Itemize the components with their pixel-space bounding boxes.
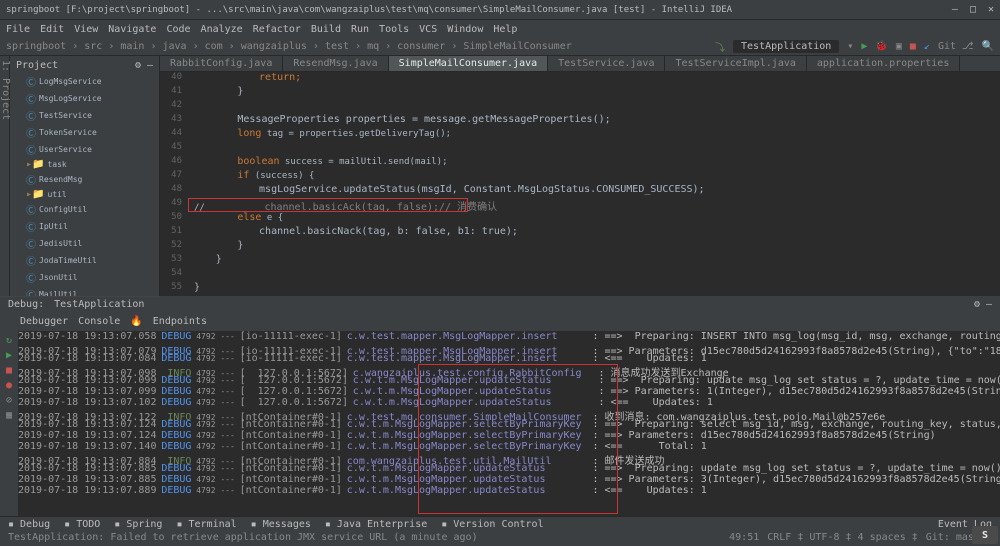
editor-tab[interactable]: TestService.java: [548, 56, 665, 71]
menu-build[interactable]: Build: [311, 24, 341, 35]
window-title: springboot [F:\project\springboot] - ...…: [6, 5, 952, 15]
maximize-icon[interactable]: □: [970, 4, 976, 15]
tree-item[interactable]: ⒸUserService: [12, 141, 157, 158]
tree-item[interactable]: ⒸJedisUtil: [12, 235, 157, 252]
debugger-tab[interactable]: Debugger: [20, 316, 68, 330]
tool-java-enterprise[interactable]: ▪ Java Enterprise: [325, 519, 427, 530]
layout-icon[interactable]: ▦: [6, 410, 12, 421]
tool-todo[interactable]: ▪ TODO: [64, 519, 100, 530]
menu-edit[interactable]: Edit: [40, 24, 64, 35]
tree-item[interactable]: ⒸMailUtil: [12, 286, 157, 296]
editor-tab-bar: RabbitConfig.javaResendMsg.javaSimpleMai…: [160, 56, 1000, 72]
rerun-icon[interactable]: ↻: [6, 335, 12, 346]
code-editor[interactable]: 40414243444546474849505152535455 return;…: [160, 72, 1000, 296]
debug-settings-icon[interactable]: ⚙ —: [974, 299, 992, 313]
menu-code[interactable]: Code: [166, 24, 190, 35]
encoding-info[interactable]: CRLF ‡ UTF-8 ‡ 4 spaces ‡: [767, 532, 918, 544]
tree-item[interactable]: ⒸMsgLogService: [12, 90, 157, 107]
git-pull-icon[interactable]: ↙: [924, 41, 930, 52]
tree-item[interactable]: ⒸJsonUtil: [12, 269, 157, 286]
tool-terminal[interactable]: ▪ Terminal: [176, 519, 236, 530]
tool-version-control[interactable]: ▪ Version Control: [441, 519, 543, 530]
build-icon[interactable]: ⤵: [715, 39, 725, 54]
run-icon[interactable]: ▶: [861, 41, 867, 52]
tree-item[interactable]: ⒸResendMsg: [12, 171, 157, 188]
menu-vcs[interactable]: VCS: [419, 24, 437, 35]
project-pane: Project⚙ — ⒸLogMsgServiceⒸMsgLogServiceⒸ…: [10, 56, 160, 296]
menu-file[interactable]: File: [6, 24, 30, 35]
tree-item[interactable]: ▸📁task: [12, 158, 157, 171]
close-icon[interactable]: ✕: [988, 4, 994, 15]
menu-refactor[interactable]: Refactor: [253, 24, 301, 35]
stop-icon[interactable]: ■: [910, 41, 916, 52]
editor-tab[interactable]: ResendMsg.java: [283, 56, 388, 71]
mute-bp-icon[interactable]: ⊘: [6, 395, 12, 406]
watermark-logo: S: [972, 526, 998, 544]
debug-icon[interactable]: 🐞: [875, 41, 887, 52]
tree-item[interactable]: ⒸTestService: [12, 107, 157, 124]
tree-item[interactable]: ⒸConfigUtil: [12, 201, 157, 218]
editor-tab[interactable]: TestServiceImpl.java: [665, 56, 806, 71]
caret-position[interactable]: 49:51: [729, 532, 759, 544]
titlebar: springboot [F:\project\springboot] - ...…: [0, 0, 1000, 20]
stop-icon[interactable]: ■: [6, 365, 12, 376]
project-pane-title: Project: [16, 60, 58, 71]
search-icon[interactable]: 🔍: [982, 41, 994, 52]
tool-spring[interactable]: ▪ Spring: [114, 519, 162, 530]
tree-item[interactable]: ⒸLogMsgService: [12, 73, 157, 90]
run-config-select[interactable]: TestApplication: [733, 40, 839, 53]
git-icon[interactable]: Git ⎇: [938, 41, 974, 52]
endpoints-tab[interactable]: Endpoints: [153, 316, 207, 330]
tool-messages[interactable]: ▪ Messages: [251, 519, 311, 530]
tool-debug[interactable]: ▪ Debug: [8, 519, 50, 530]
status-message: TestApplication: Failed to retrieve appl…: [8, 532, 478, 544]
console-tab[interactable]: Console: [78, 316, 120, 330]
debug-config-name: TestApplication: [54, 299, 144, 313]
editor-tab[interactable]: SimpleMailConsumer.java: [389, 56, 548, 71]
menu-tools[interactable]: Tools: [379, 24, 409, 35]
menu-navigate[interactable]: Navigate: [108, 24, 156, 35]
menu-analyze[interactable]: Analyze: [201, 24, 243, 35]
menubar: File Edit View Navigate Code Analyze Refactor B…: [0, 20, 1000, 38]
console-output[interactable]: 2019-07-18 19:13:07.058 DEBUG 4792 --- […: [18, 331, 1000, 516]
menu-run[interactable]: Run: [351, 24, 369, 35]
menu-window[interactable]: Window: [447, 24, 483, 35]
resume-icon[interactable]: ▶: [6, 350, 12, 361]
menu-help[interactable]: Help: [493, 24, 517, 35]
editor-tab[interactable]: RabbitConfig.java: [160, 56, 283, 71]
tree-item[interactable]: ⒸJodaTimeUtil: [12, 252, 157, 269]
left-gutter: 1: Project: [0, 56, 10, 296]
tree-item[interactable]: ⒸIpUtil: [12, 218, 157, 235]
project-root[interactable]: springboot: [6, 41, 66, 52]
view-bp-icon[interactable]: ●: [6, 380, 12, 391]
coverage-icon[interactable]: ▣: [896, 41, 902, 52]
breadcrumb-bar: springboot ›src ›main ›java ›com ›wangza…: [0, 38, 1000, 56]
tree-item[interactable]: ⒸTokenService: [12, 124, 157, 141]
project-tool-tab[interactable]: 1: Project: [0, 60, 9, 120]
editor-tab[interactable]: application.properties: [807, 56, 960, 71]
minimize-icon[interactable]: —: [952, 4, 958, 15]
debug-title: Debug:: [8, 299, 44, 313]
tree-item[interactable]: ▸📁util: [12, 188, 157, 201]
menu-view[interactable]: View: [74, 24, 98, 35]
